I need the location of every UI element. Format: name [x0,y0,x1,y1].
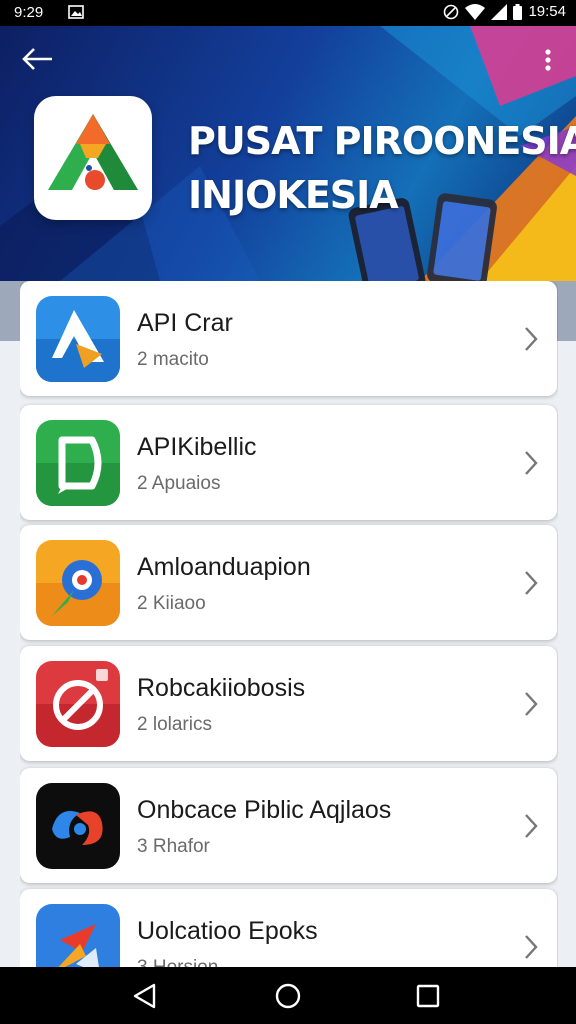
list-item[interactable]: API Crar 2 macito [20,281,557,396]
signal-icon [491,3,508,20]
app-title: Onbcace Piblic Aqjlaos [137,796,392,824]
nav-back-icon[interactable] [130,981,160,1011]
app-logo [34,96,152,220]
battery-icon [513,3,523,20]
nav-home-icon[interactable] [273,981,303,1011]
navigation-bar [0,967,576,1024]
app-title: API Crar [137,309,233,337]
list-item[interactable]: APIKibellic 2 Apuaios [20,405,557,520]
app-title: Amloanduapion [137,553,311,581]
nav-recents-icon[interactable] [413,981,443,1011]
title-line-1: PUSAT PIROONESIA [188,119,576,163]
orange-compass-app-icon [36,540,120,626]
app-title: Uolcatioo Epoks [137,917,318,945]
status-bar: 9:29 19:54 [0,0,576,26]
wifi-icon [465,3,486,20]
title-line-2: INJOKESIA [188,173,399,217]
list-item[interactable]: Amloanduapion 2 Kiiaoo [20,525,557,640]
app-subtitle: 3 Horsion [137,957,218,967]
arrow-left-icon[interactable] [18,44,58,74]
more-vert-icon[interactable] [538,46,558,74]
app-subtitle: 2 lolarics [137,714,212,735]
app-subtitle: 3 Rhafor [137,836,210,857]
app-subtitle: 2 Apuaios [137,473,221,494]
gallery-icon [68,5,84,19]
blue-arrow-app-icon [36,296,120,382]
logo-triangle-icon [48,114,138,190]
status-time: 9:29 [14,4,44,21]
chevron-right-icon [525,327,538,351]
do-not-disturb-icon [444,4,459,19]
chevron-right-icon [525,451,538,475]
status-clock: 19:54 [528,3,566,20]
page-title: PUSAT PIROONESIA INJOKESIA [188,114,576,222]
list-item[interactable]: Robcakiiobosis 2 lolarics [20,646,557,761]
chevron-right-icon [525,692,538,716]
list-item[interactable]: Uolcatioo Epoks 3 Horsion [20,889,557,967]
red-dial-app-icon [36,661,120,747]
chevron-right-icon [525,571,538,595]
app-subtitle: 2 Kiiaoo [137,593,206,614]
app-list: API Crar 2 macito APIKibellic 2 Apuaios [20,281,558,967]
header-banner: PUSAT PIROONESIA INJOKESIA [0,26,576,281]
app-title: APIKibellic [137,433,257,461]
black-swirl-app-icon [36,783,120,869]
blue-red-arrow-app-icon [36,904,120,967]
app-title: Robcakiiobosis [137,674,306,702]
chevron-right-icon [525,935,538,959]
list-item[interactable]: Onbcace Piblic Aqjlaos 3 Rhafor [20,768,557,883]
chevron-right-icon [525,814,538,838]
green-play-app-icon [36,420,120,506]
app-subtitle: 2 macito [137,349,209,370]
